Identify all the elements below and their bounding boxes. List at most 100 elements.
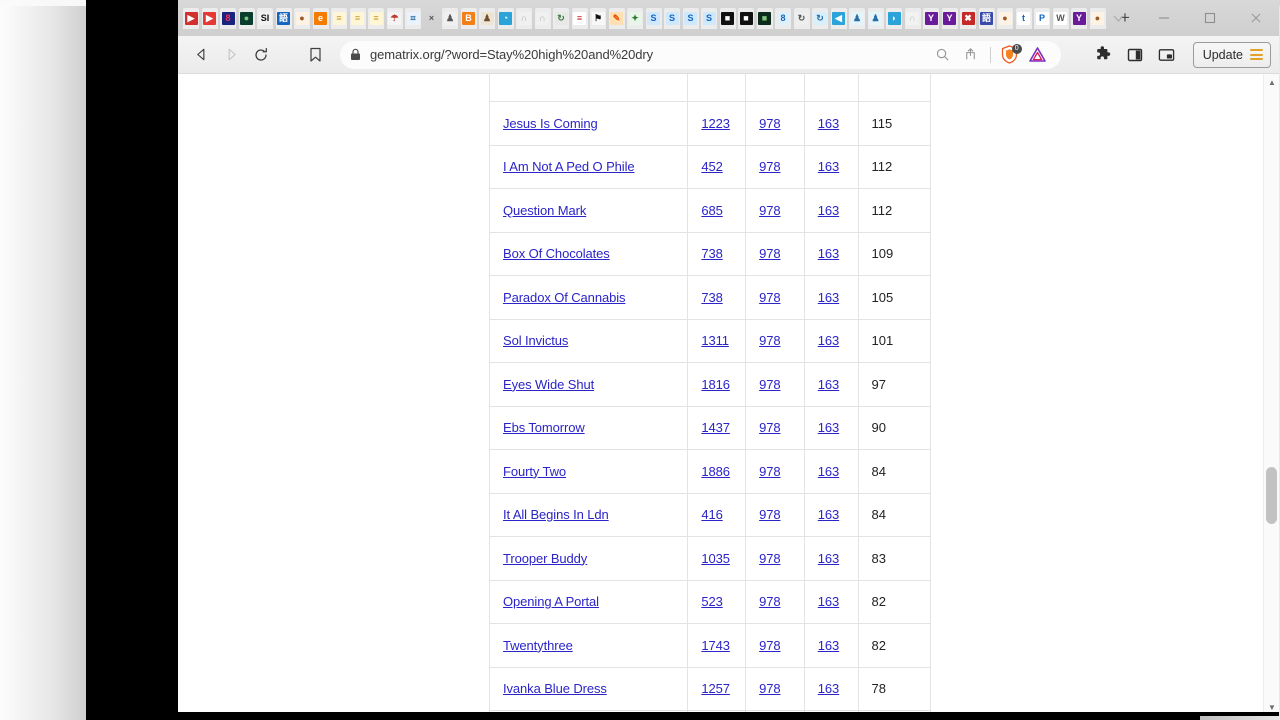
pinned-tab-0[interactable]: ▶ <box>183 7 199 29</box>
scrollbar-thumb[interactable] <box>1266 467 1277 524</box>
pinned-tab-45[interactable]: t <box>1015 7 1032 29</box>
scroll-up-arrow[interactable]: ▲ <box>1264 74 1279 91</box>
pinned-tab-33[interactable]: ↻ <box>793 7 810 29</box>
phrase-link[interactable]: Question Mark <box>503 203 586 218</box>
pinned-tab-40[interactable]: Y <box>923 7 939 29</box>
value-link[interactable]: 1816 <box>701 377 730 392</box>
value-link[interactable]: 978 <box>759 290 780 305</box>
extensions-puzzle-icon[interactable] <box>1089 41 1117 69</box>
value-link[interactable]: 163 <box>818 116 839 131</box>
pinned-tab-23[interactable]: ✎ <box>608 7 625 29</box>
value-link[interactable]: 978 <box>759 203 780 218</box>
back-button[interactable] <box>186 40 216 70</box>
value-link[interactable]: 978 <box>759 681 780 696</box>
pinned-tab-14[interactable]: ♟ <box>442 7 458 29</box>
phrase-link[interactable]: I Am Not A Ped O Phile <box>503 159 635 174</box>
pinned-tab-38[interactable]: ◗ <box>886 7 902 29</box>
forward-button[interactable] <box>216 40 246 70</box>
value-link[interactable]: 978 <box>759 246 780 261</box>
pinned-tab-32[interactable]: 8 <box>775 7 791 29</box>
pinned-tab-39[interactable]: ∩ <box>904 7 921 29</box>
value-link[interactable]: 978 <box>759 594 780 609</box>
menu-hamburger-icon[interactable] <box>1250 49 1263 60</box>
phrase-link[interactable]: Sol Invictus <box>503 333 568 348</box>
phrase-link[interactable]: Eyes Wide Shut <box>503 377 594 392</box>
chevron-down-icon[interactable] <box>1095 2 1141 34</box>
value-link[interactable]: 1035 <box>701 551 730 566</box>
pinned-tab-10[interactable]: ≡ <box>368 7 384 29</box>
phrase-link[interactable]: Ivanka Blue Dress <box>503 681 607 696</box>
value-link[interactable]: 738 <box>701 246 722 261</box>
triangle-extension-icon[interactable] <box>1025 42 1051 68</box>
pinned-tab-41[interactable]: Y <box>941 7 958 29</box>
phrase-link[interactable]: Ebs Tomorrow <box>503 420 585 435</box>
value-link[interactable]: 1311 <box>701 333 729 348</box>
value-link[interactable]: 1437 <box>701 420 730 435</box>
value-link[interactable]: 163 <box>818 203 839 218</box>
pinned-tab-17[interactable]: ◔ <box>497 7 514 29</box>
pinned-tab-15[interactable]: B <box>460 7 477 29</box>
pinned-tab-34[interactable]: ↻ <box>812 7 828 29</box>
value-link[interactable]: 163 <box>818 159 839 174</box>
value-link[interactable]: 978 <box>759 377 780 392</box>
pinned-tab-27[interactable]: S <box>682 7 699 29</box>
value-link[interactable]: 738 <box>701 290 722 305</box>
pinned-tab-22[interactable]: ⚑ <box>590 7 606 29</box>
value-link[interactable]: 163 <box>818 507 839 522</box>
phrase-link[interactable]: Fourty Two <box>503 464 566 479</box>
pinned-tab-13[interactable]: × <box>424 8 440 29</box>
phrase-link[interactable]: Box Of Chocolates <box>503 246 610 261</box>
pinned-tab-12[interactable]: ⌗ <box>405 7 421 29</box>
picture-in-picture-icon[interactable] <box>1153 41 1181 69</box>
value-link[interactable]: 978 <box>759 420 780 435</box>
value-link[interactable]: 452 <box>701 159 722 174</box>
close-icon[interactable] <box>1233 2 1279 34</box>
value-link[interactable]: 978 <box>759 638 780 653</box>
pinned-tab-47[interactable]: W <box>1052 7 1069 29</box>
value-link[interactable]: 163 <box>818 333 839 348</box>
pinned-tab-6[interactable]: ● <box>294 7 310 29</box>
phrase-link[interactable]: Jesus Is Coming <box>503 116 598 131</box>
reload-button[interactable] <box>246 40 276 70</box>
value-link[interactable]: 1886 <box>701 464 730 479</box>
pinned-tab-21[interactable]: ≡ <box>571 7 588 29</box>
pinned-tab-20[interactable]: ↻ <box>553 7 569 29</box>
pinned-tab-46[interactable]: P <box>1034 7 1050 29</box>
phrase-link[interactable]: Trooper Buddy <box>503 551 587 566</box>
pinned-tab-3[interactable]: ● <box>238 7 255 29</box>
pinned-tab-4[interactable]: SI <box>257 7 273 29</box>
pinned-tab-31[interactable]: ■ <box>756 7 773 29</box>
value-link[interactable]: 685 <box>701 203 722 218</box>
value-link[interactable]: 1743 <box>701 638 730 653</box>
value-link[interactable]: 1257 <box>701 681 730 696</box>
pinned-tab-11[interactable]: ☂ <box>386 7 403 29</box>
value-link[interactable]: 523 <box>701 594 722 609</box>
pinned-tab-19[interactable]: ∩ <box>534 7 551 29</box>
value-link[interactable]: 163 <box>818 638 839 653</box>
pinned-tab-9[interactable]: ≡ <box>349 7 366 29</box>
phrase-link[interactable]: It All Begins In Ldn <box>503 507 609 522</box>
pinned-tab-25[interactable]: S <box>645 7 662 29</box>
value-link[interactable]: 163 <box>818 290 839 305</box>
value-link[interactable]: 163 <box>818 681 839 696</box>
pinned-tab-48[interactable]: Y <box>1071 7 1087 29</box>
pinned-tab-35[interactable]: ◀ <box>830 7 847 29</box>
pinned-tab-28[interactable]: S <box>701 7 717 29</box>
maximize-icon[interactable] <box>1187 2 1233 34</box>
value-link[interactable]: 978 <box>759 159 780 174</box>
value-link[interactable]: 978 <box>759 116 780 131</box>
value-link[interactable]: 163 <box>818 464 839 479</box>
pinned-tab-43[interactable]: 語 <box>978 7 995 29</box>
phrase-link[interactable]: Paradox Of Cannabis <box>503 290 626 305</box>
pinned-tab-44[interactable]: ● <box>997 7 1013 29</box>
value-link[interactable]: 163 <box>818 246 839 261</box>
pinned-tab-2[interactable]: 8 <box>220 7 236 29</box>
value-link[interactable]: 978 <box>759 551 780 566</box>
bookmark-icon[interactable] <box>300 40 330 70</box>
value-link[interactable]: 1223 <box>701 116 730 131</box>
pinned-tab-7[interactable]: e <box>312 7 329 29</box>
pinned-tab-18[interactable]: ∩ <box>516 7 532 29</box>
phrase-link[interactable]: Twentythree <box>503 638 573 653</box>
pinned-tab-1[interactable]: ▶ <box>201 7 218 29</box>
phrase-link[interactable]: Opening A Portal <box>503 594 599 609</box>
